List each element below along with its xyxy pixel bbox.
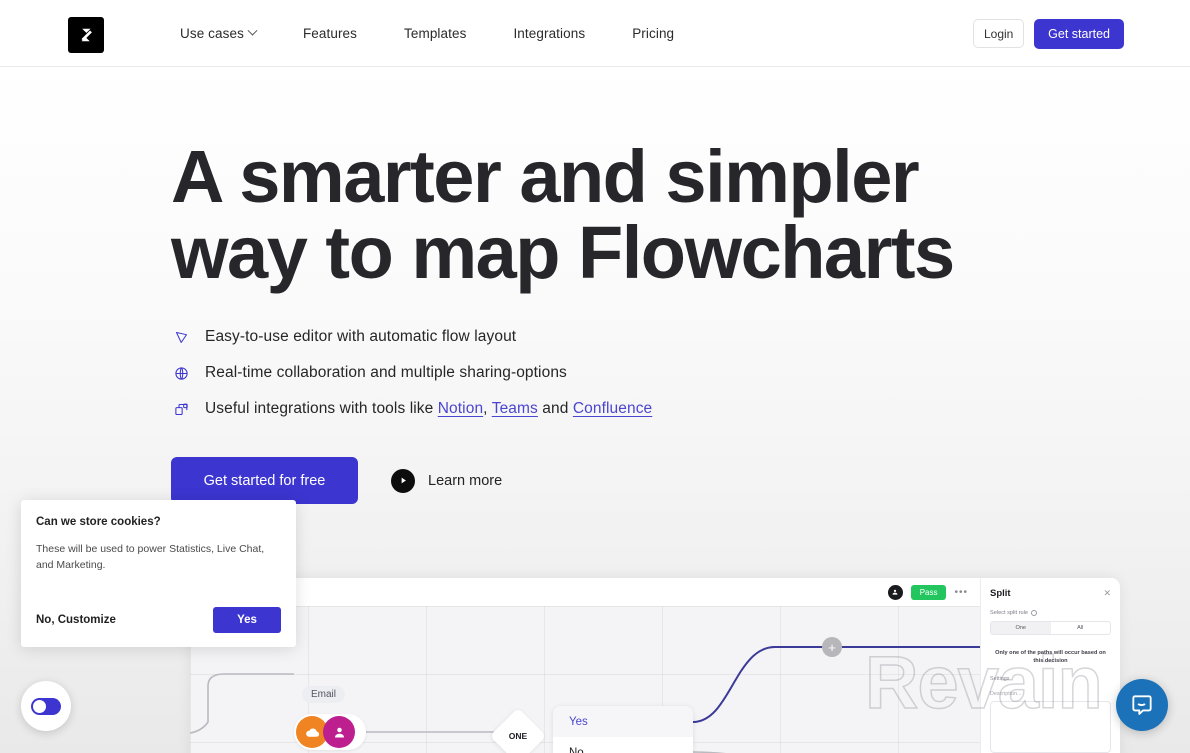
plus-icon[interactable]: + <box>822 637 842 657</box>
nav-item-templates[interactable]: Templates <box>404 26 466 41</box>
app-preview-screenshot: Pass ••• Email Stripe Billing <box>190 578 1120 753</box>
panel-title: Split <box>990 588 1011 599</box>
feature-list: Easy-to-use editor with automatic flow l… <box>171 319 652 427</box>
panel-header: Split ✕ <box>990 588 1111 599</box>
feature-item-integrations: Useful integrations with tools like Noti… <box>171 391 652 427</box>
app-action-button[interactable]: Pass <box>910 584 947 600</box>
nav-item-integrations[interactable]: Integrations <box>513 26 585 41</box>
cookie-dialog-actions: No, Customize Yes <box>36 607 281 633</box>
top-navbar: Use cases Features Templates Integration… <box>0 0 1190 67</box>
nav-item-label: Templates <box>404 26 467 41</box>
preferences-toggle-button[interactable] <box>21 681 71 731</box>
nav-item-label: Use cases <box>180 26 244 41</box>
split-settings-panel: Split ✕ Select split rule One All Only o… <box>980 578 1120 753</box>
chat-widget-button[interactable] <box>1116 679 1168 731</box>
feature-item-label: Useful integrations with tools like Noti… <box>205 400 652 418</box>
panel-description-placeholder: Description... <box>990 690 1022 697</box>
page-title: A smarter and simpler way to map Flowcha… <box>171 135 955 294</box>
feature-item-label: Easy-to-use editor with automatic flow l… <box>205 328 517 345</box>
nav-item-label: Integrations <box>513 26 586 41</box>
nav-item-label: Features <box>302 26 358 41</box>
logo-mark-icon[interactable] <box>68 17 104 53</box>
learn-more-button[interactable]: Learn more <box>391 468 503 493</box>
panel-field-label: Select split rule <box>990 610 1111 616</box>
nav-actions: Login Get started <box>973 0 1124 67</box>
cta-row: Get started for free Learn more <box>171 457 502 504</box>
feature-item-label: Real-time collaboration and multiple sha… <box>205 364 567 381</box>
get-started-button[interactable]: Get started <box>1034 18 1124 49</box>
flow-node-integration[interactable] <box>294 714 366 750</box>
more-horizontal-icon[interactable]: ••• <box>954 587 968 598</box>
cursor-icon <box>171 327 191 347</box>
cookie-consent-dialog: Can we store cookies? These will be used… <box>21 500 296 647</box>
nav-links: Use cases Features Templates Integration… <box>180 0 674 67</box>
login-button[interactable]: Login <box>973 19 1025 48</box>
cookie-accept-button[interactable]: Yes <box>213 607 281 633</box>
feature-item-editor: Easy-to-use editor with automatic flow l… <box>171 319 652 355</box>
split-rule-segmented-control[interactable]: One All <box>990 621 1111 635</box>
share-nodes-icon <box>171 399 191 419</box>
segment-all[interactable]: All <box>1051 622 1111 634</box>
cookie-dialog-title: Can we store cookies? <box>36 516 161 528</box>
flow-branch-dropdown[interactable]: Yes No <box>553 706 693 753</box>
help-circle-icon[interactable] <box>1030 610 1037 616</box>
nav-item-pricing[interactable]: Pricing <box>632 26 674 41</box>
link-notion[interactable]: Notion <box>438 400 483 417</box>
feature-prefix: Useful integrations with tools like <box>205 400 438 417</box>
user-avatar-icon[interactable] <box>887 584 903 600</box>
toggle-knob <box>33 699 46 713</box>
learn-more-label: Learn more <box>428 472 503 489</box>
get-started-for-free-button[interactable]: Get started for free <box>171 457 358 504</box>
link-confluence[interactable]: Confluence <box>573 400 652 417</box>
cookie-decline-button[interactable]: No, Customize <box>36 614 116 626</box>
panel-description-input[interactable] <box>990 700 1111 753</box>
chat-bubble-icon <box>1132 695 1152 715</box>
toggle-switch-icon <box>31 697 61 715</box>
globe-icon <box>171 363 191 383</box>
chevron-down-icon <box>247 25 258 36</box>
panel-settings-label: Settings <box>990 675 1010 682</box>
app-toolbar: Pass ••• <box>190 578 980 606</box>
separator: , <box>483 400 492 417</box>
flow-decision-label: ONE <box>508 731 528 741</box>
panel-hint-text: Only one of the paths will occur based o… <box>995 650 1106 665</box>
flow-canvas[interactable]: Email Stripe Billing sends invoice to ON… <box>190 606 980 753</box>
link-teams[interactable]: Teams <box>492 400 538 417</box>
segment-one[interactable]: One <box>991 622 1051 634</box>
panel-field-label-text: Select split rule <box>990 610 1028 616</box>
nav-item-features[interactable]: Features <box>303 26 357 41</box>
nav-item-use-cases[interactable]: Use cases <box>180 25 258 41</box>
nav-item-label: Pricing <box>632 26 675 41</box>
branch-option-no[interactable]: No <box>553 737 693 753</box>
flow-node-pill-email[interactable]: Email <box>302 686 346 703</box>
play-icon <box>391 468 415 493</box>
feature-item-collaboration: Real-time collaboration and multiple sha… <box>171 355 652 391</box>
conjunction: and <box>537 400 573 417</box>
branch-option-yes[interactable]: Yes <box>553 706 693 737</box>
cookie-dialog-body: These will be used to power Statistics, … <box>36 543 265 571</box>
close-icon[interactable]: ✕ <box>1103 588 1111 599</box>
person-icon <box>323 716 355 748</box>
landing-page: Use cases Features Templates Integration… <box>0 0 1190 753</box>
